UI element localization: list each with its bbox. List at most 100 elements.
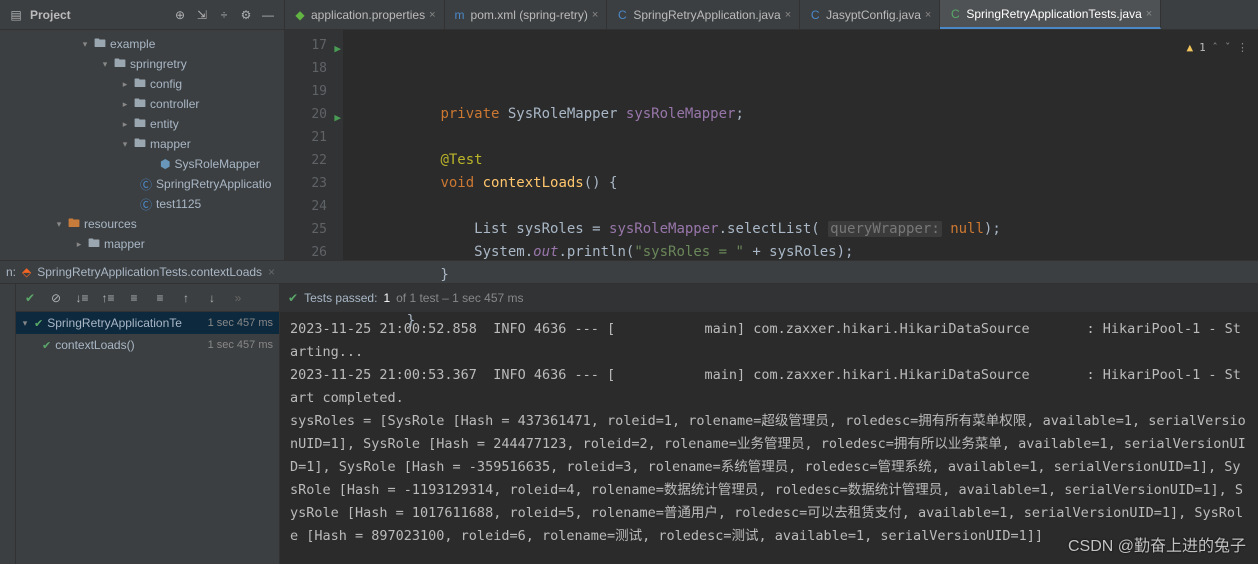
tree-label: springretry: [130, 57, 187, 71]
close-icon[interactable]: ×: [592, 9, 598, 21]
resources-icon: 🖿: [68, 214, 80, 235]
code-line: }: [373, 310, 1258, 333]
tree-label: mapper: [150, 137, 191, 151]
run-gutter-icon[interactable]: ▶: [334, 106, 341, 129]
expand-icon[interactable]: ⇲: [194, 7, 210, 23]
block-icon[interactable]: ⊘: [48, 290, 64, 306]
crumb-prefix: n:: [6, 265, 16, 279]
pass-icon: ✔: [34, 317, 43, 330]
test-tree[interactable]: ▾✔SpringRetryApplicationTe1 sec 457 ms✔c…: [16, 312, 279, 564]
check-icon[interactable]: ✔: [22, 290, 38, 306]
chevron-up-icon[interactable]: ˆ: [1212, 36, 1219, 59]
file-type-icon: m: [453, 8, 467, 22]
code-line: [373, 195, 1258, 218]
hide-icon[interactable]: —: [260, 7, 276, 23]
editor-tab[interactable]: CSpringRetryApplicationTests.java×: [940, 0, 1161, 29]
warning-count: 1: [1199, 36, 1206, 59]
test-time: 1 sec 457 ms: [208, 339, 279, 351]
tree-item[interactable]: ▸ 🖿 mapper: [0, 234, 284, 254]
tree-arrow-icon[interactable]: ▸: [120, 119, 130, 130]
editor-tab[interactable]: ◆application.properties×: [285, 0, 445, 29]
tree-item[interactable]: ▾🖿mapper: [0, 134, 284, 154]
tree-label: entity: [150, 117, 179, 131]
tree-item[interactable]: ▸🖿config: [0, 74, 284, 94]
tree-item[interactable]: ▸🖿entity: [0, 114, 284, 134]
tree-arrow-icon[interactable]: ▾: [80, 39, 90, 50]
tab-label: pom.xml (spring-retry): [471, 8, 588, 22]
tree-arrow-icon[interactable]: ▸: [74, 239, 84, 250]
test-node[interactable]: ▾✔SpringRetryApplicationTe1 sec 457 ms: [16, 312, 279, 334]
close-icon[interactable]: ×: [268, 265, 275, 279]
test-time: 1 sec 457 ms: [208, 317, 279, 329]
test-node[interactable]: ✔contextLoads()1 sec 457 ms: [16, 334, 279, 356]
folder-icon: 🖿: [88, 234, 100, 255]
close-icon[interactable]: ×: [1146, 8, 1152, 20]
folder-icon: 🖿: [134, 74, 146, 95]
editor-tab[interactable]: m pom.xml (spring-retry) ×: [445, 0, 608, 29]
warning-icon: ▲: [1187, 36, 1194, 59]
sort-icon[interactable]: ↓≡: [74, 290, 90, 306]
file-type-icon: ◆: [293, 8, 307, 22]
close-icon[interactable]: ×: [785, 9, 791, 21]
tree-item[interactable]: ⬢SysRoleMapper: [0, 154, 284, 174]
tree-label: controller: [150, 97, 199, 111]
settings-icon[interactable]: ⚙: [238, 7, 254, 23]
prev-icon[interactable]: ↑: [178, 290, 194, 306]
code-editor[interactable]: 17▶181920▶212223242526 ▲ 1 ˆ ˇ ⋮ private…: [285, 30, 1258, 260]
line-number: 23: [285, 172, 327, 195]
chevron-right-icon[interactable]: »: [230, 290, 246, 306]
run-gutter-icon[interactable]: ▶: [334, 37, 341, 60]
line-number: 17▶: [285, 34, 327, 57]
pass-icon: ✔: [42, 339, 51, 352]
crumb-item[interactable]: SpringRetryApplicationTests.contextLoads: [37, 265, 262, 279]
tree-item[interactable]: ▾🖿springretry: [0, 54, 284, 74]
close-icon[interactable]: ×: [925, 9, 931, 21]
tree-arrow-icon[interactable]: ▾: [20, 318, 30, 329]
editor-tab[interactable]: C JasyptConfig.java ×: [800, 0, 940, 29]
collapse-icon[interactable]: ÷: [216, 7, 232, 23]
editor-tab[interactable]: CSpringRetryApplication.java×: [607, 0, 800, 29]
line-number: 22: [285, 149, 327, 172]
line-number: 25: [285, 218, 327, 241]
editor-tabs: ◆application.properties× m pom.xml (spring…: [285, 0, 1258, 29]
tree-item[interactable]: ⒸSpringRetryApplicatio: [0, 174, 284, 194]
code-line: }: [373, 264, 1258, 287]
file-type-icon: C: [808, 8, 822, 22]
more-icon[interactable]: ⋮: [1237, 36, 1248, 59]
tree-arrow-icon[interactable]: ▸: [120, 79, 130, 90]
chevron-down-icon[interactable]: ˇ: [1224, 36, 1231, 59]
tree-arrow-icon[interactable]: ▾: [100, 59, 110, 70]
project-icon: ▤: [8, 7, 24, 23]
line-number: 18: [285, 57, 327, 80]
console-output[interactable]: 2023-11-25 21:00:52.858 INFO 4636 --- [ …: [280, 312, 1258, 564]
tree-item[interactable]: Ⓒtest1125: [0, 194, 284, 214]
test-gutter: [0, 284, 16, 564]
tree-item[interactable]: ▸🖿controller: [0, 94, 284, 114]
filter-icon[interactable]: ↑≡: [100, 290, 116, 306]
inspection-badge[interactable]: ▲ 1 ˆ ˇ ⋮: [1187, 36, 1249, 59]
code-line: private SysRoleMapper sysRoleMapper;: [373, 103, 1258, 126]
file-type-icon: C: [615, 8, 629, 22]
close-icon[interactable]: ×: [429, 9, 435, 21]
tree-arrow-icon[interactable]: ▸: [120, 99, 130, 110]
file-type-icon: C: [948, 7, 962, 21]
status-label: Tests passed:: [304, 291, 377, 305]
code-line: List sysRoles = sysRoleMapper.selectList…: [373, 218, 1258, 241]
pass-icon: ✔: [288, 291, 298, 305]
expand-all-icon[interactable]: ≡: [126, 290, 142, 306]
tree-label: mapper: [104, 237, 145, 251]
code-area[interactable]: ▲ 1 ˆ ˇ ⋮ private SysRoleMapper sysRoleM…: [343, 30, 1258, 260]
locate-icon[interactable]: ⊕: [172, 7, 188, 23]
tree-arrow-icon[interactable]: ▾: [120, 139, 130, 150]
class-icon: Ⓒ: [140, 176, 152, 193]
tab-label: JasyptConfig.java: [826, 8, 921, 22]
next-icon[interactable]: ↓: [204, 290, 220, 306]
interface-icon: ⬢: [160, 157, 170, 171]
tree-arrow-icon[interactable]: ▾: [54, 219, 64, 230]
tree-item[interactable]: ▾🖿example: [0, 34, 284, 54]
line-gutter: 17▶181920▶212223242526: [285, 30, 343, 260]
project-tree[interactable]: ▾🖿example▾🖿springretry▸🖿config▸🖿controll…: [0, 30, 285, 260]
collapse-all-icon[interactable]: ≡: [152, 290, 168, 306]
tree-item[interactable]: ▾🖿resources: [0, 214, 284, 234]
test-config-icon: ⬘: [22, 265, 31, 279]
